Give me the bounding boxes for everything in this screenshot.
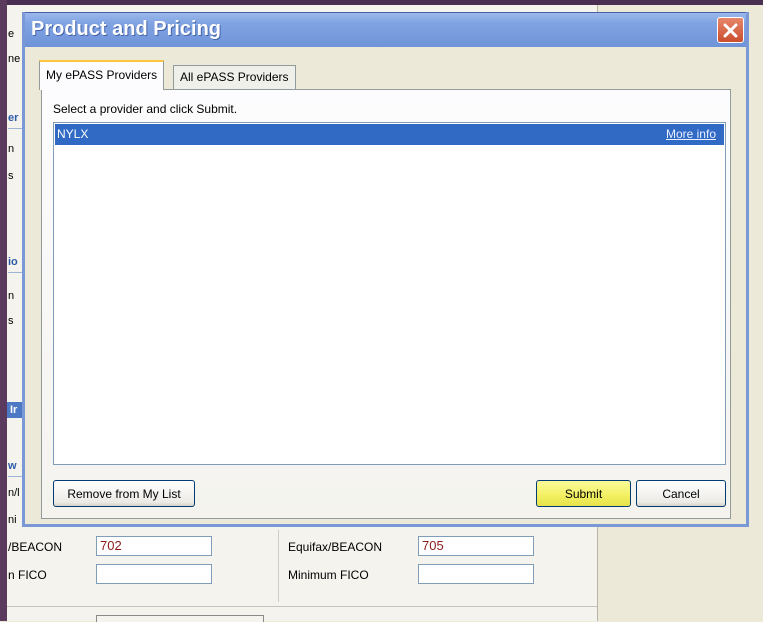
remove-from-list-button[interactable]: Remove from My List bbox=[53, 480, 195, 507]
bg-fragment: s bbox=[8, 170, 14, 182]
background-window-left-edge bbox=[0, 0, 7, 621]
tab-all-epass-providers[interactable]: All ePASS Providers bbox=[173, 65, 296, 89]
provider-name: NYLX bbox=[57, 127, 89, 141]
bg-fragment: e bbox=[8, 28, 15, 40]
bg-min-fico-field[interactable] bbox=[418, 564, 534, 584]
bg-fragment: s bbox=[8, 315, 14, 327]
dialog-client-area: My ePASS Providers All ePASS Providers S… bbox=[26, 47, 745, 523]
bg-equifax-score-field[interactable]: 705 bbox=[418, 536, 534, 556]
list-item[interactable]: NYLX More info bbox=[55, 124, 724, 145]
bg-fragment: ne bbox=[8, 53, 21, 65]
instruction-text: Select a provider and click Submit. bbox=[53, 102, 238, 116]
bg-equifax-label: Equifax/BEACON bbox=[288, 540, 383, 554]
bg-section-heading: io bbox=[8, 256, 18, 268]
bg-fragment: n bbox=[8, 143, 15, 155]
bg-fragment: ni bbox=[8, 514, 17, 526]
bg-section-heading: w bbox=[8, 460, 17, 472]
tab-my-epass-providers[interactable]: My ePASS Providers bbox=[39, 60, 165, 90]
bg-divider bbox=[7, 606, 597, 607]
close-button[interactable] bbox=[717, 17, 744, 43]
bg-fragment: n/l bbox=[8, 487, 20, 499]
close-x-icon bbox=[723, 23, 738, 37]
bg-fragment: n bbox=[8, 290, 15, 302]
bg-beacon-score-field[interactable]: 702 bbox=[96, 536, 212, 556]
submit-button[interactable]: Submit bbox=[536, 480, 631, 507]
dialog-title: Product and Pricing bbox=[31, 18, 222, 40]
bg-min-fico-label: Minimum FICO bbox=[288, 568, 369, 582]
cancel-button[interactable]: Cancel bbox=[636, 480, 726, 507]
more-info-link[interactable]: More info bbox=[666, 124, 716, 145]
providers-tab-panel: Select a provider and click Submit. NYLX… bbox=[41, 89, 731, 519]
dialog-title-bar[interactable]: Product and Pricing bbox=[23, 13, 748, 47]
bg-section-heading: er bbox=[8, 112, 19, 124]
bg-fico-label: n FICO bbox=[8, 568, 47, 582]
bg-beacon-label: /BEACON bbox=[8, 540, 63, 554]
bg-column-divider bbox=[278, 530, 279, 602]
product-pricing-dialog: Product and Pricing My ePASS Providers A… bbox=[22, 12, 749, 527]
bg-fico-field[interactable] bbox=[96, 564, 212, 584]
providers-list[interactable]: NYLX More info bbox=[53, 122, 726, 465]
